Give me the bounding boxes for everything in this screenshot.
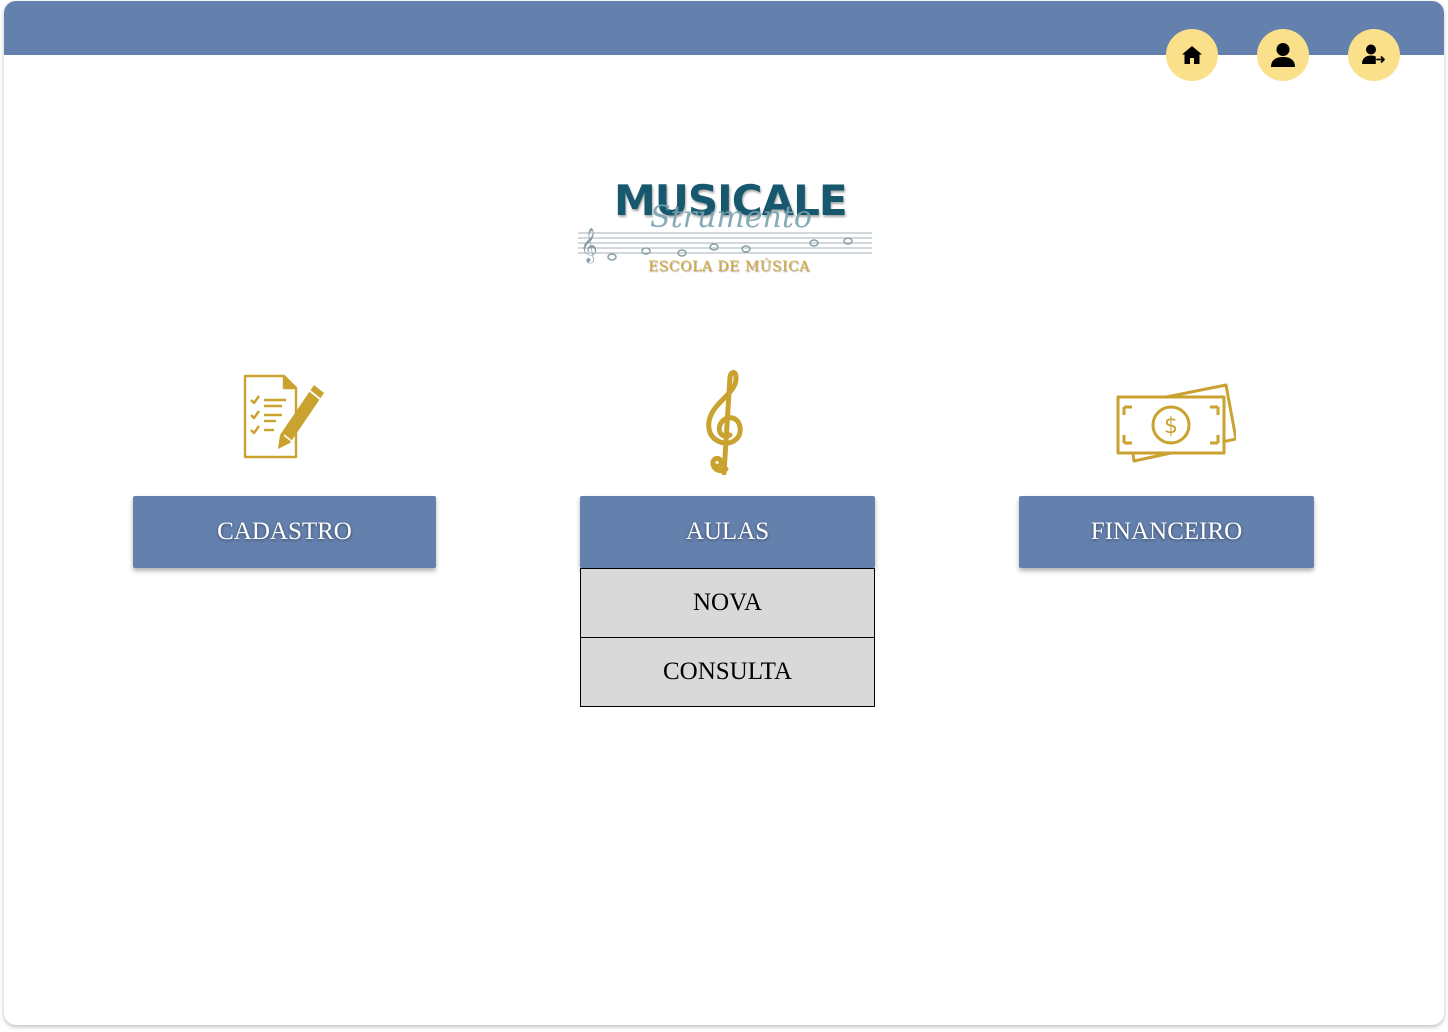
cadastro-button[interactable]: CADASTRO <box>133 496 436 568</box>
logo-script: Strumento <box>650 200 812 235</box>
nova-label: NOVA <box>693 589 762 616</box>
consulta-menu-item[interactable]: CONSULTA <box>580 637 875 707</box>
aulas-dropdown: NOVA CONSULTA <box>580 568 875 707</box>
home-button[interactable] <box>1166 29 1218 81</box>
logout-button[interactable] <box>1348 29 1400 81</box>
app-window: 𝄞 MUSICALE Strumento ESCOLA DE MÚSICA $ … <box>4 1 1444 1025</box>
financeiro-button[interactable]: FINANCEIRO <box>1019 496 1314 568</box>
consulta-label: CONSULTA <box>662 658 793 685</box>
top-bar <box>4 1 1444 55</box>
user-exit-icon <box>1362 44 1385 64</box>
aulas-button[interactable]: AULAS <box>580 496 875 568</box>
aulas-label: AULAS <box>685 518 770 545</box>
profile-button[interactable] <box>1257 29 1309 81</box>
home-icon <box>1182 46 1202 64</box>
nova-menu-item[interactable]: NOVA <box>580 568 875 638</box>
money-bills-icon: $ <box>1112 381 1238 472</box>
logo: 𝄞 MUSICALE Strumento ESCOLA DE MÚSICA <box>574 173 884 288</box>
svg-text:$: $ <box>1164 414 1178 439</box>
logo-subtitle: ESCOLA DE MÚSICA <box>648 259 810 275</box>
checklist-pencil-icon <box>240 373 326 466</box>
svg-text:𝄞: 𝄞 <box>580 228 598 264</box>
treble-clef-icon <box>700 369 748 480</box>
cadastro-label: CADASTRO <box>217 518 352 545</box>
financeiro-label: FINANCEIRO <box>1090 518 1243 545</box>
user-icon <box>1271 43 1295 67</box>
